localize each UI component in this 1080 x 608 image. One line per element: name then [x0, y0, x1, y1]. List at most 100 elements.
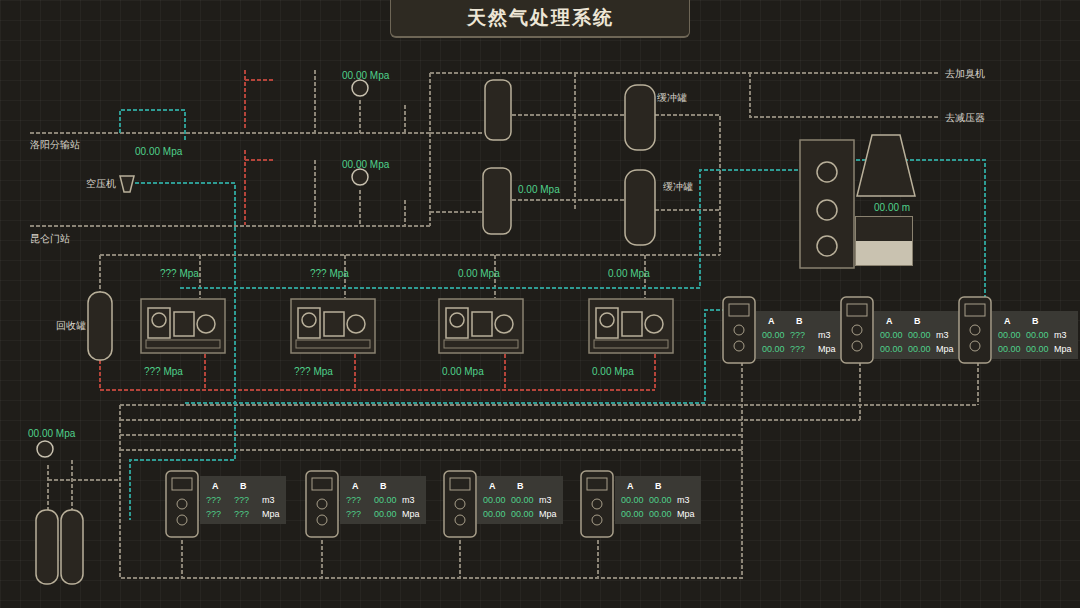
- pipe: [977, 362, 979, 405]
- dispenser-value: 00.00: [483, 493, 509, 507]
- pipe: [47, 465, 49, 510]
- gauge-dial: [352, 169, 368, 185]
- pipe: [404, 105, 406, 133]
- unit: Mpa: [539, 507, 557, 521]
- dispenser-value: ???: [206, 493, 232, 507]
- dispenser-value: 00.00: [762, 342, 788, 356]
- compressor-icon[interactable]: [438, 298, 524, 354]
- pipe: [30, 225, 430, 227]
- dispenser-value: 00.00: [511, 507, 537, 521]
- pipe: [430, 132, 483, 134]
- compressor-inlet-pressure: ??? Mpa: [160, 268, 199, 280]
- outlet-label: 去加臭机: [945, 68, 985, 80]
- pipe: [655, 209, 720, 211]
- dispenser-icon[interactable]: [443, 470, 477, 538]
- column-header: A: [483, 479, 509, 493]
- column-header: A: [762, 314, 788, 328]
- pipe: [120, 434, 742, 436]
- dispenser-value: 00.00: [649, 493, 675, 507]
- recovery-tank: [88, 292, 112, 360]
- cone-tank: [857, 135, 915, 196]
- dispenser-value: 00.00: [908, 328, 934, 342]
- pressure-reading: 00.00 Mpa: [342, 159, 389, 171]
- pipe: [429, 73, 431, 226]
- dispenser-value: 00.00: [649, 507, 675, 521]
- dispenser-value: 00.00: [1026, 342, 1052, 356]
- dispenser-value: ???: [346, 507, 372, 521]
- column-header: A: [998, 314, 1024, 328]
- pipe: [574, 73, 576, 210]
- pipe: [404, 200, 406, 226]
- level-tank: [855, 216, 913, 266]
- unit: Mpa: [262, 507, 280, 521]
- column-header: A: [346, 479, 372, 493]
- pipe: [359, 190, 361, 226]
- pipe: [30, 132, 430, 134]
- dispenser-icon[interactable]: [580, 470, 614, 538]
- dispenser-icon[interactable]: [165, 470, 199, 538]
- dispenser-value: 00.00: [762, 328, 788, 342]
- compressor-outlet-pressure: ??? Mpa: [294, 366, 333, 378]
- pipe: [597, 540, 599, 578]
- pipe: [130, 183, 235, 520]
- dispenser-value: 00.00: [511, 493, 537, 507]
- pipe: [244, 150, 246, 225]
- unit: m3: [539, 493, 557, 507]
- scada-screen: 天然气处理系统00.00 m洛阳分输站昆仑门站空压机回收罐缓冲罐缓冲罐去加臭机去…: [0, 0, 1080, 608]
- pipe: [321, 540, 323, 578]
- compressor-inlet-pressure: ??? Mpa: [310, 268, 349, 280]
- pipe: [99, 255, 101, 292]
- compressor-icon[interactable]: [140, 298, 226, 354]
- column-header: A: [206, 479, 232, 493]
- dispenser-icon[interactable]: [840, 296, 874, 364]
- pipe: [204, 354, 206, 390]
- column-header: B: [908, 314, 934, 328]
- column-header: B: [511, 479, 537, 493]
- cylinder: [36, 510, 58, 584]
- dispenser-value: 00.00: [880, 342, 906, 356]
- dispenser-readout: AB00.0000.00m300.0000.00Mpa: [874, 311, 960, 359]
- pipe: [100, 360, 655, 390]
- filter: [483, 168, 511, 234]
- dispenser-readout: AB00.0000.00m300.0000.00Mpa: [992, 311, 1078, 359]
- dispenser-value: ???: [790, 342, 816, 356]
- compressor-icon[interactable]: [290, 298, 376, 354]
- dispenser-readout: AB???00.00m3???00.00Mpa: [340, 476, 426, 524]
- pipe: [120, 419, 860, 421]
- pipe: [120, 405, 742, 578]
- level-reading: 00.00 m: [874, 202, 910, 214]
- pipe: [859, 362, 861, 420]
- filter: [485, 80, 511, 140]
- pipe: [120, 404, 978, 406]
- dispenser-value: 00.00: [483, 507, 509, 521]
- gauge-dial: [352, 80, 368, 96]
- buffer-tank-label: 缓冲罐: [657, 92, 687, 104]
- dispenser-icon[interactable]: [722, 296, 756, 364]
- dispenser-value: ???: [790, 328, 816, 342]
- station-label: 洛阳分输站: [30, 139, 80, 151]
- pipe: [354, 354, 356, 390]
- dispenser-value: 00.00: [621, 493, 647, 507]
- pipe: [655, 115, 720, 255]
- dispenser-value: 00.00: [374, 507, 400, 521]
- dispenser-readout: AB??????m3??????Mpa: [200, 476, 286, 524]
- column-header: B: [1026, 314, 1052, 328]
- pipe: [750, 73, 940, 117]
- pipe: [245, 79, 275, 81]
- pipe: [359, 100, 361, 133]
- dispenser-icon[interactable]: [958, 296, 992, 364]
- column-header: B: [374, 479, 400, 493]
- compressor-icon[interactable]: [588, 298, 674, 354]
- pipe: [654, 354, 656, 390]
- dispenser-icon[interactable]: [305, 470, 339, 538]
- dispenser-value: 00.00: [998, 328, 1024, 342]
- unit: m3: [677, 493, 695, 507]
- unit: m3: [936, 328, 954, 342]
- compressor-outlet-pressure: 0.00 Mpa: [442, 366, 484, 378]
- dispenser-value: ???: [234, 493, 260, 507]
- unit: Mpa: [1054, 342, 1072, 356]
- dispenser-value: ???: [206, 507, 232, 521]
- pressure-reading: 00.00 Mpa: [342, 70, 389, 82]
- unit: Mpa: [936, 342, 954, 356]
- compressor-inlet-pressure: 0.00 Mpa: [608, 268, 650, 280]
